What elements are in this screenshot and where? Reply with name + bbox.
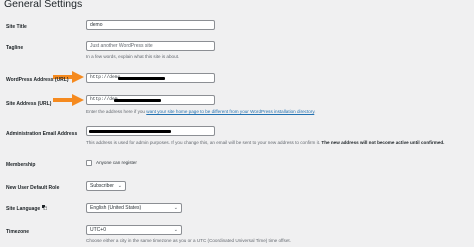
site-language-label: Site Language — [6, 206, 41, 212]
default-role-label: New User Default Role — [6, 185, 60, 191]
tagline-description: In a few words, explain what this site i… — [86, 54, 180, 59]
timezone-description: Choose either a city in the same timezon… — [86, 238, 291, 243]
timezone-value: UTC+0 — [90, 227, 106, 233]
admin-email-description: This address is used for admin purposes.… — [86, 140, 444, 145]
site-address-description-text: Enter the address here if you — [86, 109, 147, 114]
site-address-help-link[interactable]: want your site home page to be different… — [146, 109, 314, 114]
translate-icon — [42, 205, 47, 210]
site-language-select[interactable]: English (United States) ⌄ — [86, 203, 182, 213]
membership-label: Membership — [6, 162, 36, 168]
default-role-value: Subscriber — [90, 183, 114, 189]
page-title: General Settings — [4, 0, 83, 10]
default-role-select[interactable]: Subscriber ⌄ — [86, 181, 126, 191]
orange-arrow-icon — [53, 94, 84, 106]
tagline-input[interactable]: Just another WordPress site — [86, 41, 215, 51]
redaction-bar — [118, 77, 165, 80]
redaction-bar — [114, 99, 161, 102]
chevron-down-icon: ⌄ — [117, 183, 122, 189]
tagline-label: Tagline — [6, 45, 24, 51]
site-language-value: English (United States) — [90, 205, 142, 211]
site-address-description-end: . — [314, 109, 316, 114]
admin-email-label: Administration Email Address — [6, 131, 78, 137]
wordpress-address-label: WordPress Address (URL) — [6, 77, 69, 83]
redaction-bar — [89, 130, 171, 133]
admin-email-description-bold: The new address will not become active u… — [321, 140, 445, 145]
timezone-select[interactable]: UTC+0 ⌄ — [86, 225, 182, 235]
timezone-label: Timezone — [6, 229, 29, 235]
site-address-label: Site Address (URL) — [6, 101, 52, 107]
admin-email-description-text: This address is used for admin purposes.… — [86, 140, 322, 145]
chevron-down-icon: ⌄ — [173, 205, 178, 211]
site-title-label: Site Title — [6, 24, 27, 30]
membership-checkbox[interactable] — [86, 160, 92, 166]
site-address-description: Enter the address here if you want your … — [86, 109, 316, 114]
site-title-input[interactable]: demo — [86, 20, 215, 30]
chevron-down-icon: ⌄ — [173, 227, 178, 233]
membership-checkbox-label[interactable]: Anyone can register — [96, 160, 137, 165]
